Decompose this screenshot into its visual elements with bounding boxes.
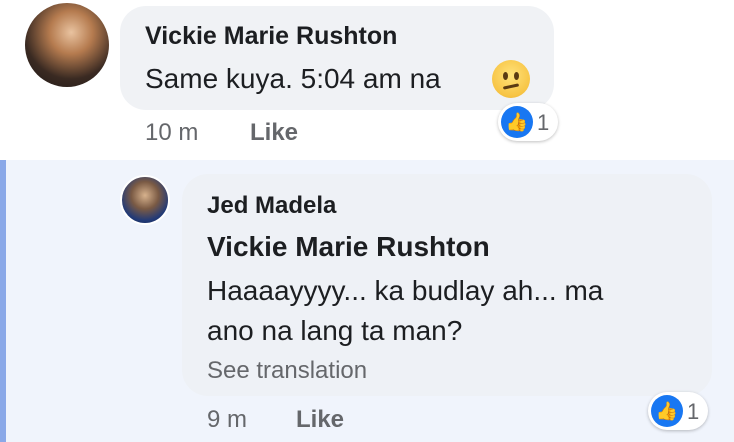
emoji-mouth — [502, 83, 520, 90]
reaction-badge[interactable]: 👍 1 — [498, 103, 558, 141]
comment-author[interactable]: Vickie Marie Rushton — [145, 22, 397, 51]
reply-indicator-bar — [0, 160, 6, 442]
emoji-eye — [514, 72, 519, 80]
emoji-eye — [503, 72, 508, 80]
reaction-count: 1 — [687, 399, 700, 424]
comment-time: 10 m — [145, 119, 199, 146]
like-button[interactable]: Like — [296, 406, 344, 434]
reaction-count: 1 — [537, 110, 550, 135]
mention-tag[interactable]: Vickie Marie Rushton — [207, 231, 490, 263]
confused-face-icon — [492, 60, 530, 98]
avatar[interactable] — [25, 3, 109, 87]
reply-text-line-1: Haaaayyyy... ka budlay ah... ma — [207, 275, 604, 306]
see-translation-link[interactable]: See translation — [207, 357, 367, 385]
reply-text-line-2: ano na lang ta man? — [207, 315, 463, 346]
reply-author[interactable]: Jed Madela — [207, 192, 336, 220]
comment-text: Same kuya. 5:04 am na — [145, 63, 441, 94]
reply-time: 9 m — [207, 406, 248, 433]
thumbs-up-icon: 👍 — [651, 395, 683, 427]
reply-avatar[interactable] — [120, 175, 170, 225]
reaction-badge[interactable]: 👍 1 — [648, 392, 708, 430]
like-button[interactable]: Like — [250, 119, 298, 147]
thumbs-up-icon: 👍 — [501, 106, 533, 138]
